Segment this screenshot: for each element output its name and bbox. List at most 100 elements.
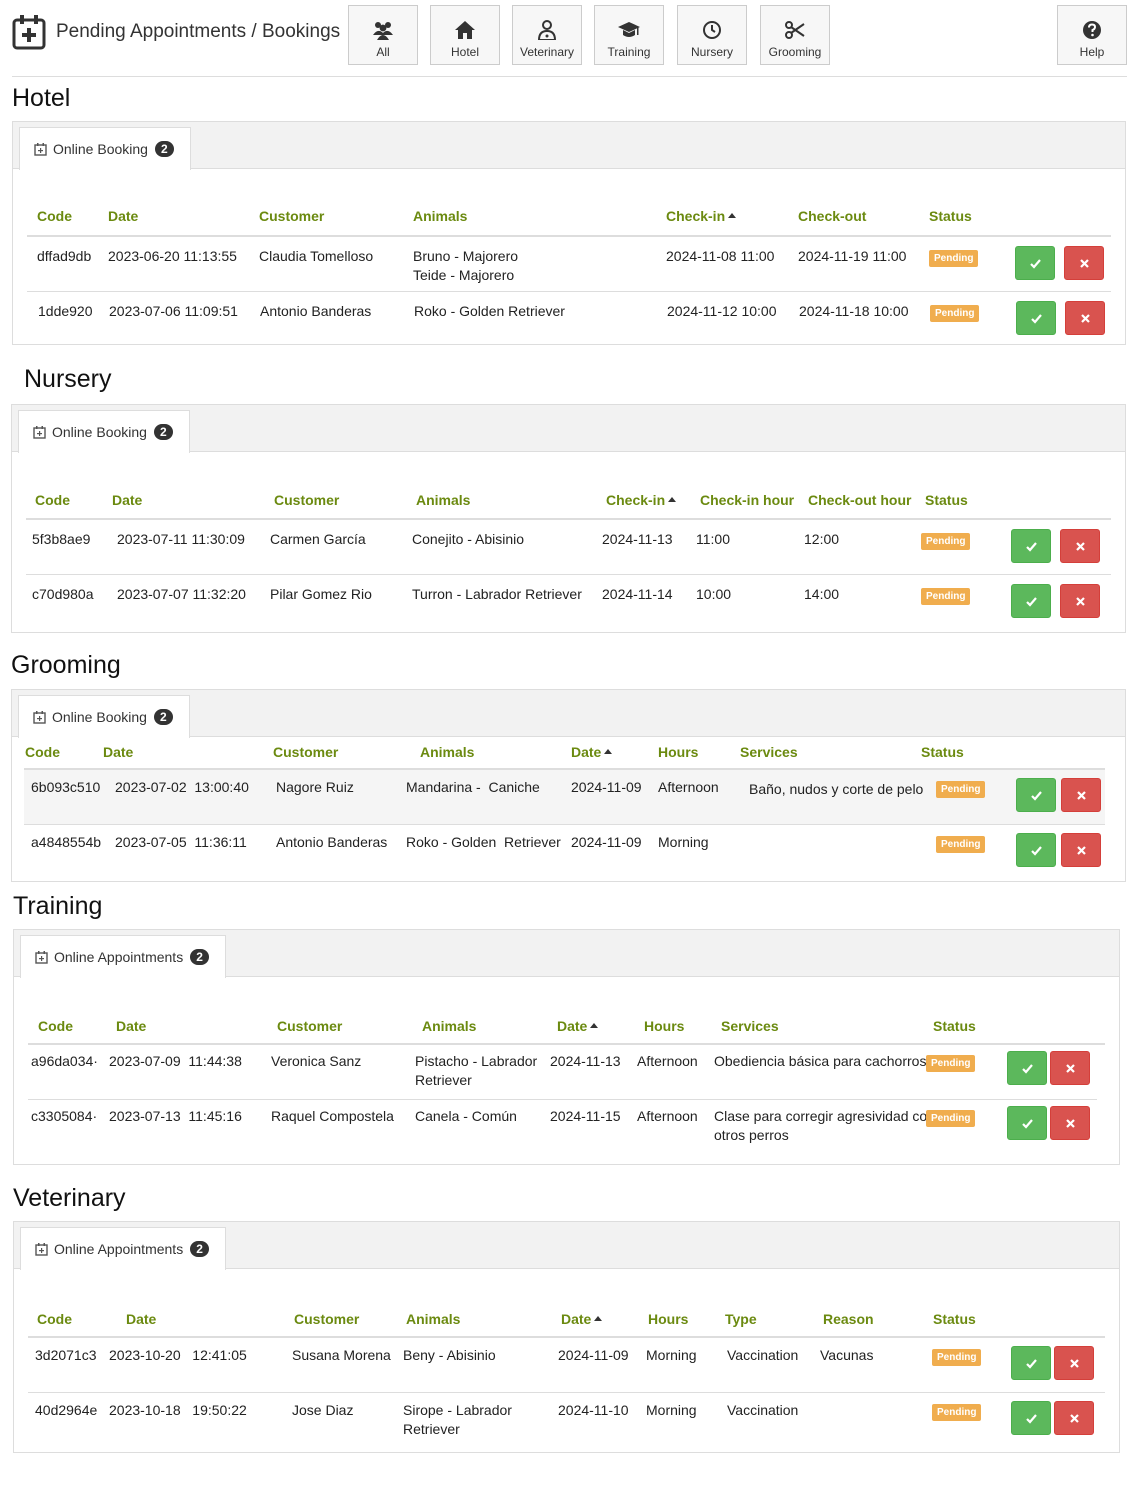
col-animals[interactable]: Animals	[420, 744, 474, 760]
cell-services: Baño, nudos y corte de pelo	[749, 781, 924, 797]
reject-button[interactable]	[1054, 1346, 1094, 1380]
sort-asc-icon	[668, 497, 677, 502]
help-button[interactable]: Help	[1057, 5, 1127, 65]
reject-button[interactable]	[1065, 301, 1105, 335]
nav-training-button[interactable]: Training	[594, 5, 664, 65]
approve-button[interactable]	[1011, 529, 1051, 563]
nav-nursery-button[interactable]: Nursery	[677, 5, 747, 65]
veterinary-online-appointments-tab[interactable]: Online Appointments 2	[20, 1227, 226, 1270]
col-status[interactable]: Status	[929, 208, 972, 224]
cell-appt-date: 2024-11-09	[558, 1347, 629, 1363]
approve-button[interactable]	[1011, 584, 1051, 618]
grooming-online-booking-tab[interactable]: Online Booking 2	[18, 695, 190, 738]
grooming-section-title: Grooming	[11, 651, 121, 679]
cell-animals: Beny - Abisinio	[403, 1347, 496, 1363]
approve-button[interactable]	[1016, 301, 1056, 335]
nav-veterinary-button[interactable]: Veterinary	[512, 5, 582, 65]
cell-checkin: 2024-11-14	[602, 586, 673, 602]
scissors-icon	[785, 21, 805, 39]
col-hours[interactable]: Hours	[658, 744, 698, 760]
col-code[interactable]: Code	[37, 208, 72, 224]
nav-veterinary-label: Veterinary	[519, 45, 575, 59]
col-customer[interactable]: Customer	[294, 1311, 359, 1327]
col-appt-date[interactable]: Date	[571, 744, 613, 760]
hotel-online-booking-tab[interactable]: Online Booking 2	[19, 127, 191, 170]
col-hours[interactable]: Hours	[644, 1018, 684, 1034]
col-customer[interactable]: Customer	[277, 1018, 342, 1034]
col-type[interactable]: Type	[725, 1311, 757, 1327]
cell-date: 2023-07-13 11:45:16	[109, 1108, 242, 1124]
col-status[interactable]: Status	[921, 744, 964, 760]
cell-animals: Roko - Golden Retriever	[406, 834, 561, 850]
cell-code: 40d2964e	[35, 1402, 98, 1418]
reject-button[interactable]	[1050, 1106, 1090, 1140]
cell-hours: Morning	[658, 834, 709, 850]
approve-button[interactable]	[1016, 833, 1056, 867]
col-date[interactable]: Date	[116, 1018, 146, 1034]
cell-customer: Nagore Ruiz	[276, 779, 354, 795]
graduation-cap-icon	[618, 22, 640, 37]
col-checkin[interactable]: Check-in	[606, 492, 677, 508]
col-hours[interactable]: Hours	[648, 1311, 688, 1327]
top-bar: Pending Appointments / Bookings All Hote…	[12, 0, 1127, 77]
nursery-online-booking-tab[interactable]: Online Booking 2	[18, 410, 190, 453]
close-icon	[1079, 258, 1089, 268]
col-appt-date[interactable]: Date	[557, 1018, 599, 1034]
col-code[interactable]: Code	[38, 1018, 73, 1034]
cell-customer: Jose Diaz	[292, 1402, 354, 1418]
col-checkout[interactable]: Check-out	[798, 208, 866, 224]
nav-all-button[interactable]: All	[348, 5, 418, 65]
cell-services: Clase para corregir agresividad con	[714, 1108, 935, 1124]
reject-button[interactable]	[1054, 1401, 1094, 1435]
cell-date: 2023-10-18 19:50:22	[109, 1402, 247, 1418]
col-code[interactable]: Code	[25, 744, 60, 760]
col-date[interactable]: Date	[126, 1311, 156, 1327]
nav-hotel-button[interactable]: Hotel	[430, 5, 500, 65]
col-services[interactable]: Services	[740, 744, 798, 760]
table-row: c70d980a 2023-07-07 11:32:20 Pilar Gomez…	[26, 575, 1111, 630]
approve-button[interactable]	[1007, 1051, 1047, 1085]
col-customer[interactable]: Customer	[273, 744, 338, 760]
col-services[interactable]: Services	[721, 1018, 779, 1034]
approve-button[interactable]	[1007, 1106, 1047, 1140]
table-row: c3305084· 2023-07-13 11:45:16 Raquel Com…	[28, 1100, 1097, 1160]
reject-button[interactable]	[1050, 1051, 1090, 1085]
reject-button[interactable]	[1060, 529, 1100, 563]
col-checkout-hour[interactable]: Check-out hour	[808, 492, 911, 508]
cell-animals: Bruno - Majorero	[413, 248, 519, 264]
col-animals[interactable]: Animals	[413, 208, 467, 224]
reject-button[interactable]	[1061, 833, 1101, 867]
col-animals[interactable]: Animals	[422, 1018, 476, 1034]
reject-button[interactable]	[1064, 246, 1104, 280]
approve-button[interactable]	[1011, 1401, 1051, 1435]
nav-grooming-button[interactable]: Grooming	[760, 5, 830, 65]
approve-button[interactable]	[1011, 1346, 1051, 1380]
col-checkin-hour[interactable]: Check-in hour	[700, 492, 794, 508]
close-icon	[1075, 541, 1085, 551]
col-customer[interactable]: Customer	[259, 208, 324, 224]
status-badge: Pending	[921, 588, 971, 605]
col-checkin[interactable]: Check-in	[666, 208, 737, 224]
col-reason[interactable]: Reason	[823, 1311, 874, 1327]
reject-button[interactable]	[1061, 778, 1101, 812]
col-customer[interactable]: Customer	[274, 492, 339, 508]
col-animals[interactable]: Animals	[406, 1311, 460, 1327]
col-status[interactable]: Status	[933, 1311, 976, 1327]
training-online-appointments-tab[interactable]: Online Appointments 2	[20, 935, 226, 978]
table-row: a96da034· 2023-07-09 11:44:38 Veronica S…	[28, 1045, 1097, 1100]
col-status[interactable]: Status	[925, 492, 968, 508]
col-code[interactable]: Code	[35, 492, 70, 508]
cell-animals: Canela - Común	[415, 1108, 517, 1124]
col-date[interactable]: Date	[112, 492, 142, 508]
col-date[interactable]: Date	[103, 744, 133, 760]
cell-date: 2023-10-20 12:41:05	[109, 1347, 247, 1363]
approve-button[interactable]	[1015, 246, 1055, 280]
approve-button[interactable]	[1016, 778, 1056, 812]
col-appt-date[interactable]: Date	[561, 1311, 603, 1327]
grooming-panel: Online Booking 2 Code Date Customer Anim…	[11, 689, 1126, 882]
col-animals[interactable]: Animals	[416, 492, 470, 508]
col-status[interactable]: Status	[933, 1018, 976, 1034]
col-code[interactable]: Code	[37, 1311, 72, 1327]
reject-button[interactable]	[1060, 584, 1100, 618]
col-date[interactable]: Date	[108, 208, 138, 224]
